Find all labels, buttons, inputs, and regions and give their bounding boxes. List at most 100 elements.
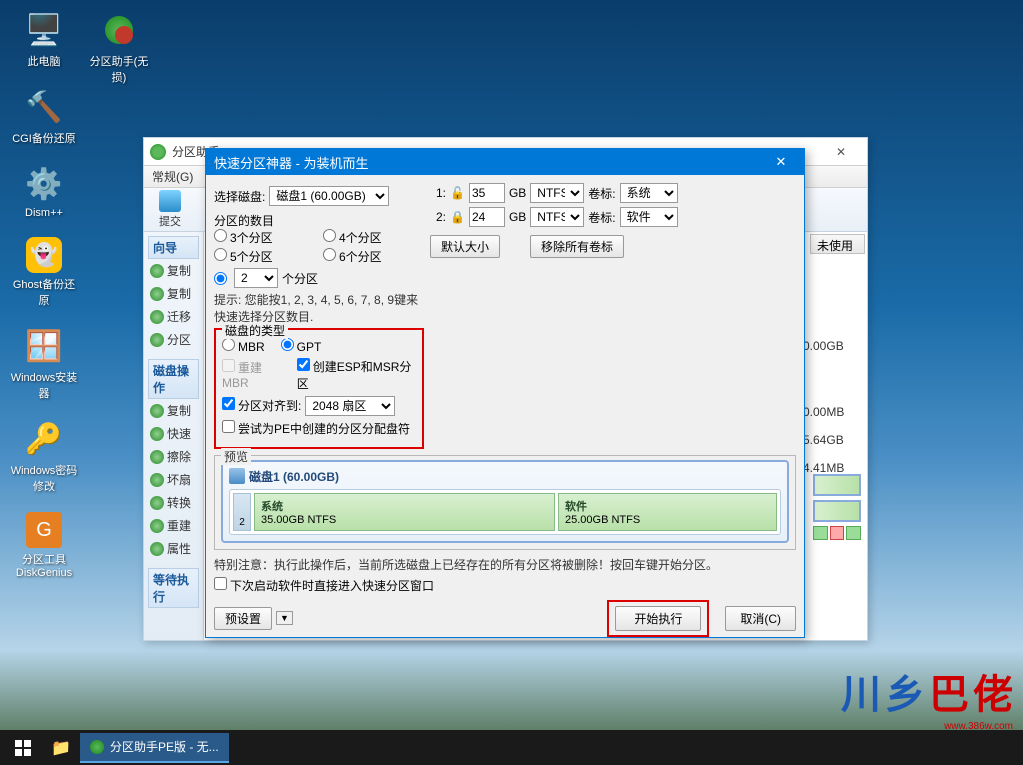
desktop-icon-this-pc[interactable]: 🖥️ 此电脑 [10,10,78,69]
bullet-icon [150,287,164,301]
windows-icon: 🪟 [24,326,64,366]
sidebar-item[interactable]: 坏扇 [148,468,199,491]
filesystem-dropdown[interactable]: NTFS [530,207,584,227]
mini-preview [813,474,861,540]
checkbox-align[interactable]: 分区对齐到: [222,397,301,414]
checkbox-assign-letter[interactable]: 尝试为PE中创建的分区分配盘符 [222,420,410,437]
sidebar-item[interactable]: 擦除 [148,445,199,468]
bullet-icon [150,473,164,487]
watermark: 川 乡 巴 佬 www.386w.com [841,662,1013,720]
partition-row-2: 2: 🔒 GB NTFS 卷标: 软件 [430,207,796,227]
toolbar-submit[interactable]: 提交 [150,190,190,229]
bullet-icon [150,519,164,533]
sidebar-item[interactable]: 重建 [148,514,199,537]
desktop-icon-dism[interactable]: ⚙️ Dism++ [10,164,78,219]
execute-highlight: 开始执行 [607,600,709,637]
dialog-footer: 特别注意：执行此操作后，当前所选磁盘上已经存在的所有分区将被删除！按回车键开始分… [214,556,796,637]
app-icon [150,144,166,160]
lock-icon[interactable]: 🔒 [450,210,465,224]
preview-extra-slot: 2 [233,493,251,531]
bullet-icon [150,333,164,347]
default-size-button[interactable]: 默认大小 [430,235,500,258]
radio-gpt[interactable]: GPT [281,338,322,354]
select-disk-dropdown[interactable]: 磁盘1 (60.00GB) [269,186,389,206]
dialog-titlebar[interactable]: 快速分区神器 - 为装机而生 ✕ [206,149,804,175]
taskbar: 📁 分区助手PE版 - 无... [0,730,1023,765]
bullet-icon [150,496,164,510]
radio-mbr[interactable]: MBR [222,338,265,354]
sidebar-wizard-title: 向导 [148,236,199,259]
partition-size-input[interactable] [469,207,505,227]
execute-button[interactable]: 开始执行 [615,606,701,631]
disk-info: 0.00GB 0.00MB 5.64GB 4.41MB [803,332,863,482]
preview-partition-1: 系统 35.00GB NTFS [254,493,555,531]
desktop-icon-cgi-backup[interactable]: 🔨 CGI备份还原 [10,87,78,146]
column-unused[interactable]: 未使用 [810,234,865,254]
sidebar-item[interactable]: 复制 [148,259,199,282]
close-button[interactable]: ✕ [821,141,861,163]
checkbox-rebuild-mbr: 重建MBR [222,359,285,390]
close-icon[interactable]: ✕ [766,151,796,173]
partition-row-1: 1: 🔓 GB NTFS 卷标: 系统 [430,183,796,203]
custom-partition-count[interactable]: 2 [234,268,278,288]
radio-3-partitions[interactable]: 3个分区 [214,229,315,246]
sidebar-disk-title: 磁盘操作 [148,359,199,399]
ghost-icon: 👻 [26,237,62,273]
bullet-icon [150,450,164,464]
bullet-icon [150,310,164,324]
checkbox-skip-dialog[interactable]: 下次启动软件时直接进入快速分区窗口 [214,579,434,593]
cancel-button[interactable]: 取消(C) [725,606,796,631]
sidebar-item[interactable]: 转换 [148,491,199,514]
desktop-icon-windows-installer[interactable]: 🪟 Windows安装器 [10,326,78,401]
sidebar-pending-title: 等待执行 [148,568,199,608]
radio-custom-partitions[interactable] [214,272,227,285]
radio-4-partitions[interactable]: 4个分区 [323,229,424,246]
warning-text: 特别注意：执行此操作后，当前所选磁盘上已经存在的所有分区将被删除！按回车键开始分… [214,556,796,573]
desktop-icon-windows-password[interactable]: 🔑 Windows密码修改 [10,419,78,494]
bullet-icon [150,542,164,556]
select-disk-label: 选择磁盘: [214,188,265,205]
sidebar-item[interactable]: 属性 [148,537,199,560]
lock-icon[interactable]: 🔓 [450,186,465,200]
desktop-icon-partition-assistant[interactable]: 分区助手(无损) [85,10,153,85]
bullet-icon [150,404,164,418]
key-icon: 🔑 [24,419,64,459]
volume-label-dropdown[interactable]: 系统 [620,183,678,203]
filesystem-dropdown[interactable]: NTFS [530,183,584,203]
hammer-icon: 🔨 [24,87,64,127]
partition-count-label: 分区的数目 [214,212,424,229]
disk-icon: G [26,512,62,548]
preview-partition-2: 软件 25.00GB NTFS [558,493,777,531]
checkbox-create-esp-msr[interactable]: 创建ESP和MSR分区 [297,358,416,392]
remove-labels-button[interactable]: 移除所有卷标 [530,235,624,258]
radio-5-partitions[interactable]: 5个分区 [214,248,315,265]
preset-button[interactable]: 预设置 [214,607,272,630]
radio-6-partitions[interactable]: 6个分区 [323,248,424,265]
bullet-icon [150,264,164,278]
sidebar-item[interactable]: 迁移 [148,305,199,328]
sidebar-item[interactable]: 快速 [148,422,199,445]
partition-size-input[interactable] [469,183,505,203]
gear-icon: ⚙️ [24,164,64,204]
taskbar-explorer-icon[interactable]: 📁 [42,733,80,763]
desktop-icon-ghost[interactable]: 👻 Ghost备份还原 [10,237,78,308]
partition-count-hint: 提示: 您能按1, 2, 3, 4, 5, 6, 7, 8, 9键来快速选择分区… [214,292,424,326]
start-button[interactable] [4,733,42,763]
desktop-icon-diskgenius[interactable]: G 分区工具DiskGenius [10,512,78,579]
menu-general[interactable]: 常规(G) [152,168,193,185]
bullet-icon [150,427,164,441]
preset-dropdown-toggle[interactable]: ▼ [276,611,293,625]
sidebar-item[interactable]: 分区 [148,328,199,351]
disk-icon [229,468,245,484]
monitor-icon: 🖥️ [24,10,64,50]
submit-icon [159,190,181,212]
sidebar-item[interactable]: 复制 [148,399,199,422]
preview-disk-title: 磁盘1 (60.00GB) [229,468,781,485]
taskbar-app-button[interactable]: 分区助手PE版 - 无... [80,733,229,763]
cd-icon [99,10,139,50]
volume-label-dropdown[interactable]: 软件 [620,207,678,227]
disk-type-group: 磁盘的类型 MBR GPT 重建MBR 创建ESP和MSR分区 分区对齐到: 2… [214,328,424,449]
quick-partition-dialog: 快速分区神器 - 为装机而生 ✕ 选择磁盘: 磁盘1 (60.00GB) 分区的… [205,148,805,638]
sidebar-item[interactable]: 复制 [148,282,199,305]
align-value-dropdown[interactable]: 2048 扇区 [305,396,395,416]
